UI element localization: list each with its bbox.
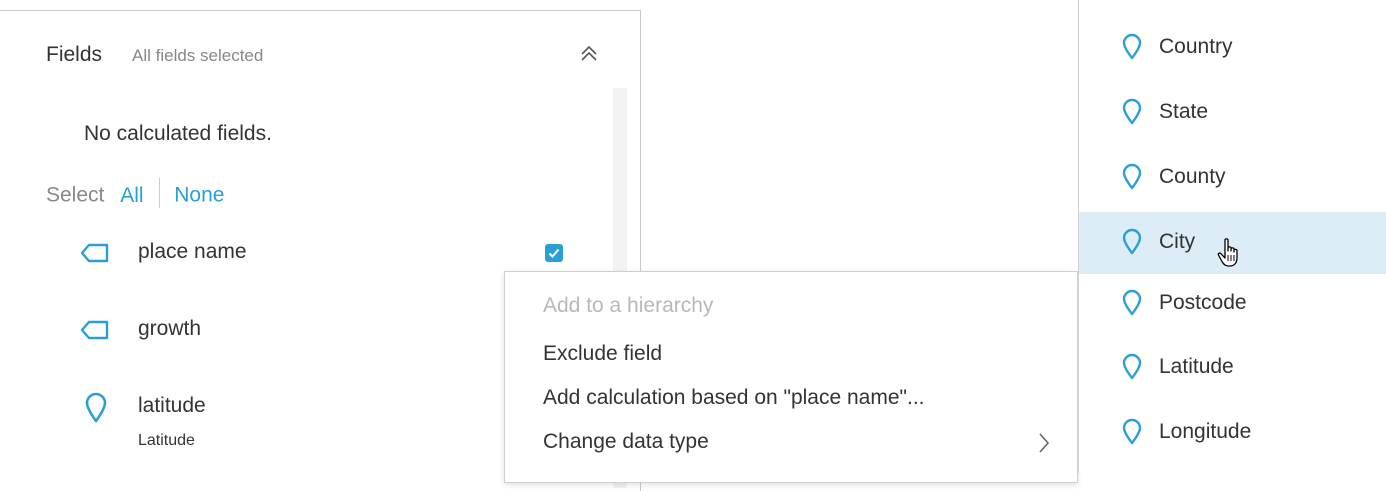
field-name: place name (138, 240, 247, 263)
type-item-state[interactable]: State (1079, 82, 1386, 144)
menu-item-change-data-type[interactable]: Change data type (543, 430, 709, 454)
location-pin-icon (84, 392, 108, 429)
type-item-label: Longitude (1159, 420, 1252, 443)
field-checkbox-place-name[interactable] (545, 244, 563, 262)
fields-subtitle: All fields selected (132, 46, 264, 65)
field-context-menu: Add to a hierarchy Exclude field Add cal… (504, 271, 1078, 483)
double-chevron-up-icon[interactable] (578, 39, 600, 67)
select-row: Select All None (46, 178, 224, 211)
location-pin-icon (1121, 163, 1143, 196)
location-pin-icon (1121, 98, 1143, 131)
select-label: Select (46, 183, 105, 207)
field-sublabel: Latitude (138, 432, 195, 449)
menu-item-exclude-field[interactable]: Exclude field (543, 342, 662, 366)
no-calculated-fields-text: No calculated fields. (84, 122, 272, 145)
fields-title: Fields (46, 43, 103, 66)
type-item-label: City (1159, 230, 1196, 253)
type-item-county[interactable]: County (1079, 147, 1386, 209)
tag-icon (80, 320, 110, 345)
checkmark-icon (548, 248, 560, 258)
location-pin-icon (1121, 418, 1143, 451)
field-name: growth (138, 317, 202, 340)
select-none-link[interactable]: None (174, 184, 224, 207)
type-item-label: Country (1159, 35, 1233, 58)
type-item-label: County (1159, 165, 1226, 188)
field-name: latitude (138, 394, 206, 417)
menu-item-add-to-hierarchy: Add to a hierarchy (543, 294, 714, 317)
chevron-right-icon (1037, 431, 1051, 460)
type-item-country[interactable]: Country (1079, 17, 1386, 79)
hand-pointer-icon (1215, 236, 1249, 275)
type-item-label: Postcode (1159, 291, 1247, 314)
location-pin-icon (1121, 289, 1143, 322)
type-item-longitude[interactable]: Longitude (1079, 402, 1386, 464)
select-divider (159, 178, 161, 208)
type-item-postcode[interactable]: Postcode (1079, 273, 1386, 335)
menu-item-add-calculation[interactable]: Add calculation based on "place name"... (543, 386, 925, 410)
type-item-latitude[interactable]: Latitude (1079, 337, 1386, 399)
location-pin-icon (1121, 353, 1143, 386)
section-heading-clipped: ————— ——— ——— (46, 86, 286, 92)
type-item-label: State (1159, 100, 1209, 123)
tag-icon (80, 243, 110, 268)
select-all-link[interactable]: All (120, 184, 143, 207)
location-pin-icon (1121, 228, 1143, 261)
type-item-label: Latitude (1159, 355, 1234, 378)
location-pin-icon (1121, 33, 1143, 66)
